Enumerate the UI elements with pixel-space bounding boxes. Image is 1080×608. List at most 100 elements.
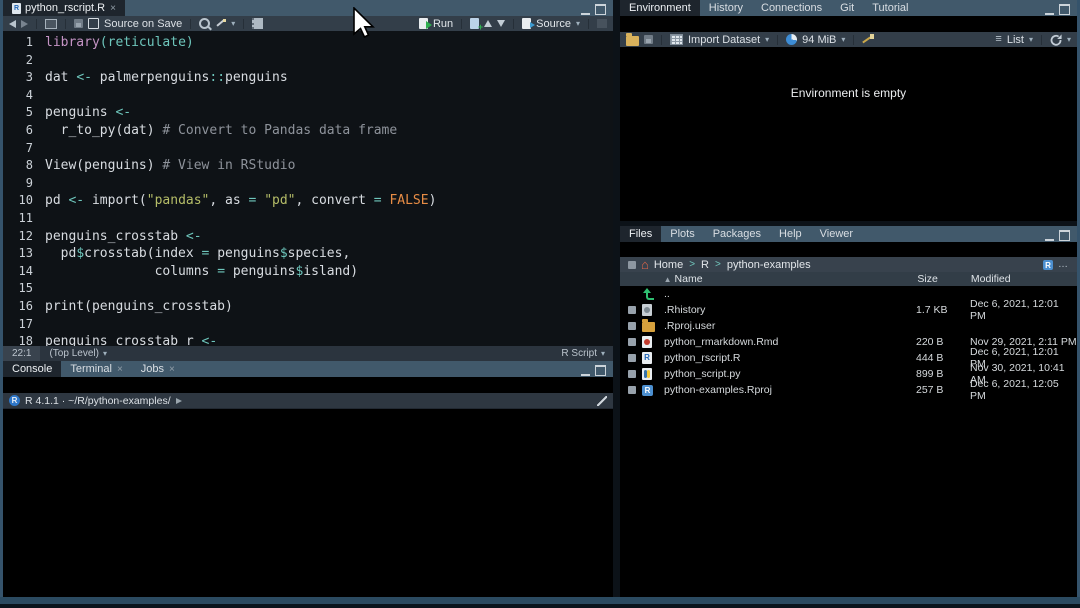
run-icon[interactable] bbox=[419, 18, 428, 29]
environment-tab-strip: EnvironmentHistoryConnectionsGitTutorial bbox=[620, 0, 1077, 16]
file-name[interactable]: .Rproj.user bbox=[664, 320, 916, 332]
source-caret-icon[interactable]: ▾ bbox=[576, 20, 580, 28]
run-button[interactable]: Run bbox=[433, 18, 453, 30]
file-checkbox[interactable] bbox=[628, 386, 636, 394]
compile-report-icon[interactable] bbox=[252, 18, 263, 29]
resize-console-icon[interactable] bbox=[597, 396, 607, 406]
tab-viewer[interactable]: Viewer bbox=[811, 226, 862, 242]
tab-connections[interactable]: Connections bbox=[752, 0, 831, 16]
rstudio-window: { "editor": { "tab": "python_rscript.R",… bbox=[0, 0, 1080, 608]
file-row[interactable]: .Rhistory1.7 KBDec 6, 2021, 12:01 PM bbox=[620, 302, 1077, 318]
breadcrumb-home[interactable]: Home bbox=[654, 259, 683, 271]
memory-usage-icon[interactable] bbox=[786, 34, 797, 45]
save-icon[interactable] bbox=[74, 19, 83, 28]
back-icon[interactable] bbox=[9, 20, 16, 28]
refresh-icon[interactable] bbox=[1050, 34, 1062, 46]
go-next-chunk-icon[interactable] bbox=[497, 20, 505, 27]
close-icon[interactable]: × bbox=[110, 3, 116, 14]
column-header-name[interactable]: Name bbox=[675, 273, 918, 285]
close-icon[interactable]: × bbox=[169, 364, 175, 375]
file-name[interactable]: python-examples.Rproj bbox=[664, 384, 916, 396]
minimize-icon[interactable] bbox=[1045, 231, 1054, 241]
file-size: 1.7 KB bbox=[916, 304, 970, 316]
clear-objects-icon[interactable] bbox=[862, 34, 874, 46]
source-button[interactable]: Source bbox=[536, 18, 571, 30]
code-editor[interactable]: 1library(reticulate)23dat <- palmerpengu… bbox=[3, 31, 613, 349]
file-checkbox[interactable] bbox=[628, 322, 636, 330]
file-size: 899 B bbox=[916, 368, 970, 380]
tab-terminal[interactable]: Terminal× bbox=[61, 361, 131, 377]
rerun-previous-icon[interactable] bbox=[470, 18, 479, 29]
code-tools-caret-icon[interactable]: ▾ bbox=[231, 20, 235, 28]
find-replace-icon[interactable] bbox=[199, 18, 210, 29]
list-view-button[interactable]: List bbox=[1007, 34, 1024, 46]
file-name[interactable]: python_rscript.R bbox=[664, 352, 916, 364]
line-number: 1 bbox=[3, 34, 45, 52]
sort-ascending-icon[interactable]: ▲ bbox=[664, 275, 672, 284]
tab-label: python_rscript.R bbox=[25, 2, 105, 14]
maximize-icon[interactable] bbox=[595, 4, 606, 15]
source-icon[interactable] bbox=[522, 18, 531, 29]
file-checkbox[interactable] bbox=[628, 354, 636, 362]
memory-usage[interactable]: 94 MiB bbox=[802, 34, 836, 46]
forward-icon[interactable] bbox=[21, 20, 28, 28]
file-checkbox[interactable] bbox=[628, 338, 636, 346]
file-name[interactable]: .Rhistory bbox=[664, 304, 916, 316]
file-checkbox[interactable] bbox=[628, 370, 636, 378]
breadcrumb-python-examples[interactable]: python-examples bbox=[727, 259, 811, 271]
scope-indicator[interactable]: (Top Level) bbox=[49, 348, 98, 359]
maximize-icon[interactable] bbox=[1059, 4, 1070, 15]
column-header-size[interactable]: Size bbox=[917, 273, 971, 285]
rmd-file-icon bbox=[642, 336, 652, 348]
code-tools-icon[interactable] bbox=[215, 18, 226, 29]
maximize-icon[interactable] bbox=[1059, 230, 1070, 241]
list-view-caret-icon[interactable]: ▾ bbox=[1029, 36, 1033, 44]
file-name[interactable]: .. bbox=[664, 288, 916, 300]
load-workspace-icon[interactable] bbox=[626, 36, 639, 46]
file-size: 444 B bbox=[916, 352, 970, 364]
tab-python-rscript[interactable]: python_rscript.R × bbox=[3, 0, 125, 16]
home-icon[interactable]: ⌂ bbox=[641, 258, 649, 271]
tab-help[interactable]: Help bbox=[770, 226, 811, 242]
tab-plots[interactable]: Plots bbox=[661, 226, 703, 242]
tab-files[interactable]: Files bbox=[620, 226, 661, 242]
scope-caret-icon[interactable]: ▾ bbox=[103, 350, 107, 358]
maximize-icon[interactable] bbox=[595, 365, 606, 376]
document-outline-icon[interactable] bbox=[597, 19, 607, 28]
import-dataset-button[interactable]: Import Dataset bbox=[688, 34, 760, 46]
file-checkbox[interactable] bbox=[628, 306, 636, 314]
tab-tutorial[interactable]: Tutorial bbox=[863, 0, 917, 16]
file-name[interactable]: python_script.py bbox=[664, 368, 916, 380]
tab-environment[interactable]: Environment bbox=[620, 0, 700, 16]
source-on-save-checkbox[interactable] bbox=[88, 18, 99, 29]
import-dataset-icon[interactable] bbox=[670, 34, 683, 45]
tab-packages[interactable]: Packages bbox=[704, 226, 770, 242]
save-workspace-icon[interactable] bbox=[644, 35, 653, 44]
file-row[interactable]: python-examples.Rproj257 BDec 6, 2021, 1… bbox=[620, 382, 1077, 398]
tab-git[interactable]: Git bbox=[831, 0, 863, 16]
filetype-caret-icon[interactable]: ▾ bbox=[601, 350, 605, 358]
mouse-cursor bbox=[353, 7, 375, 39]
open-in-new-window-icon[interactable] bbox=[45, 19, 57, 29]
select-all-checkbox[interactable] bbox=[628, 261, 636, 269]
memory-caret-icon[interactable]: ▾ bbox=[841, 36, 845, 44]
close-icon[interactable]: × bbox=[117, 364, 123, 375]
minimize-icon[interactable] bbox=[581, 366, 590, 376]
list-view-icon[interactable]: ≡ bbox=[995, 34, 1001, 45]
open-directory-icon[interactable] bbox=[176, 398, 182, 404]
column-header-modified[interactable]: Modified bbox=[971, 273, 1077, 285]
more-options-icon[interactable]: … bbox=[1058, 259, 1069, 270]
tab-jobs[interactable]: Jobs× bbox=[132, 361, 184, 377]
file-name[interactable]: python_rmarkdown.Rmd bbox=[664, 336, 916, 348]
filetype-selector[interactable]: R Script bbox=[561, 348, 597, 359]
go-previous-chunk-icon[interactable] bbox=[484, 20, 492, 27]
tab-history[interactable]: History bbox=[700, 0, 752, 16]
breadcrumb-r[interactable]: R bbox=[701, 259, 709, 271]
minimize-icon[interactable] bbox=[581, 5, 590, 15]
minimize-icon[interactable] bbox=[1045, 5, 1054, 15]
code-line: 2 bbox=[3, 52, 613, 70]
refresh-caret-icon[interactable]: ▾ bbox=[1067, 36, 1071, 44]
tab-console[interactable]: Console bbox=[3, 361, 61, 377]
import-dataset-caret-icon[interactable]: ▾ bbox=[765, 36, 769, 44]
tab-label: Help bbox=[779, 228, 802, 240]
